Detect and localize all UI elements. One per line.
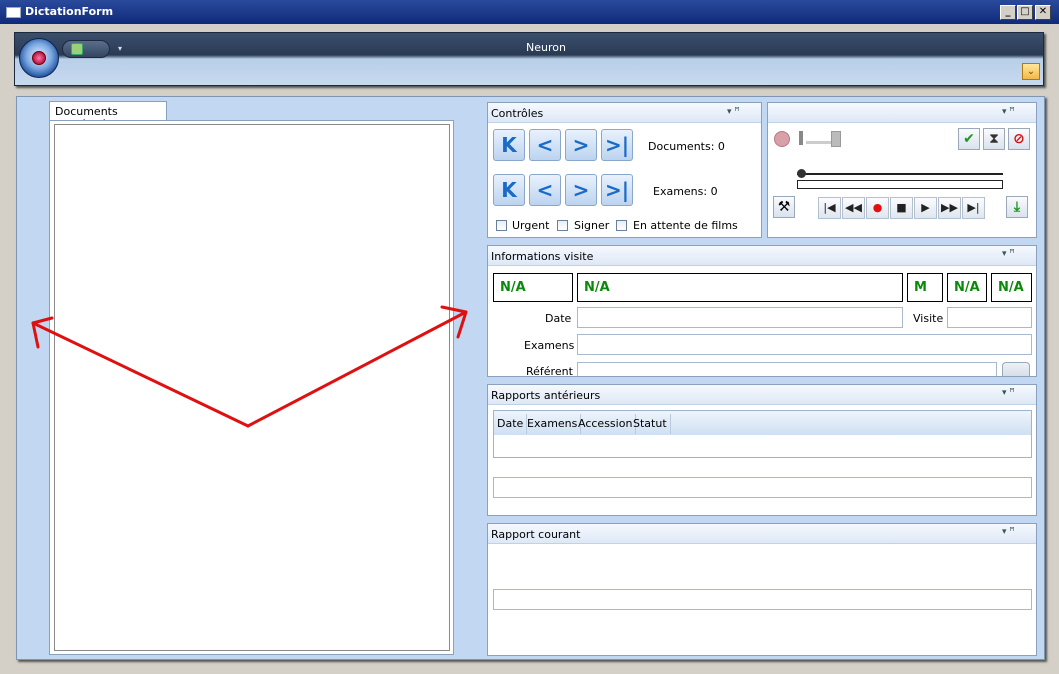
annotation-arrowhead-left bbox=[31, 316, 54, 349]
annotation-arrow-right bbox=[246, 310, 468, 428]
annotation-arrow-left bbox=[31, 321, 250, 428]
annotation-arrows bbox=[31, 305, 468, 428]
